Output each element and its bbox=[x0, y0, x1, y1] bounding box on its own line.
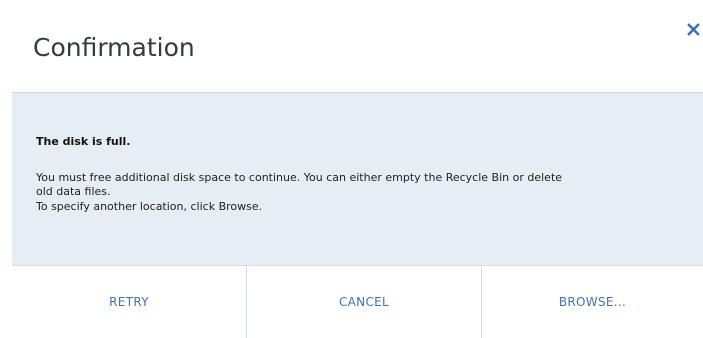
message-headline: The disk is full. bbox=[36, 135, 131, 148]
message-line: old data files. bbox=[36, 185, 111, 198]
dialog-header: Confirmation bbox=[0, 0, 703, 92]
close-button[interactable] bbox=[685, 19, 703, 41]
confirmation-dialog: Confirmation The disk is full. You must … bbox=[0, 0, 703, 338]
retry-button[interactable]: RETRY bbox=[12, 266, 246, 338]
button-bar: RETRY CANCEL BROWSE... bbox=[12, 265, 703, 338]
message-panel: The disk is full. You must free addition… bbox=[12, 92, 703, 265]
browse-button[interactable]: BROWSE... bbox=[481, 266, 703, 338]
close-icon bbox=[687, 23, 700, 36]
message-line: You must free additional disk space to c… bbox=[36, 171, 563, 184]
message-line: To specify another location, click Brows… bbox=[36, 200, 263, 213]
cancel-button[interactable]: CANCEL bbox=[246, 266, 481, 338]
dialog-title: Confirmation bbox=[33, 33, 195, 62]
